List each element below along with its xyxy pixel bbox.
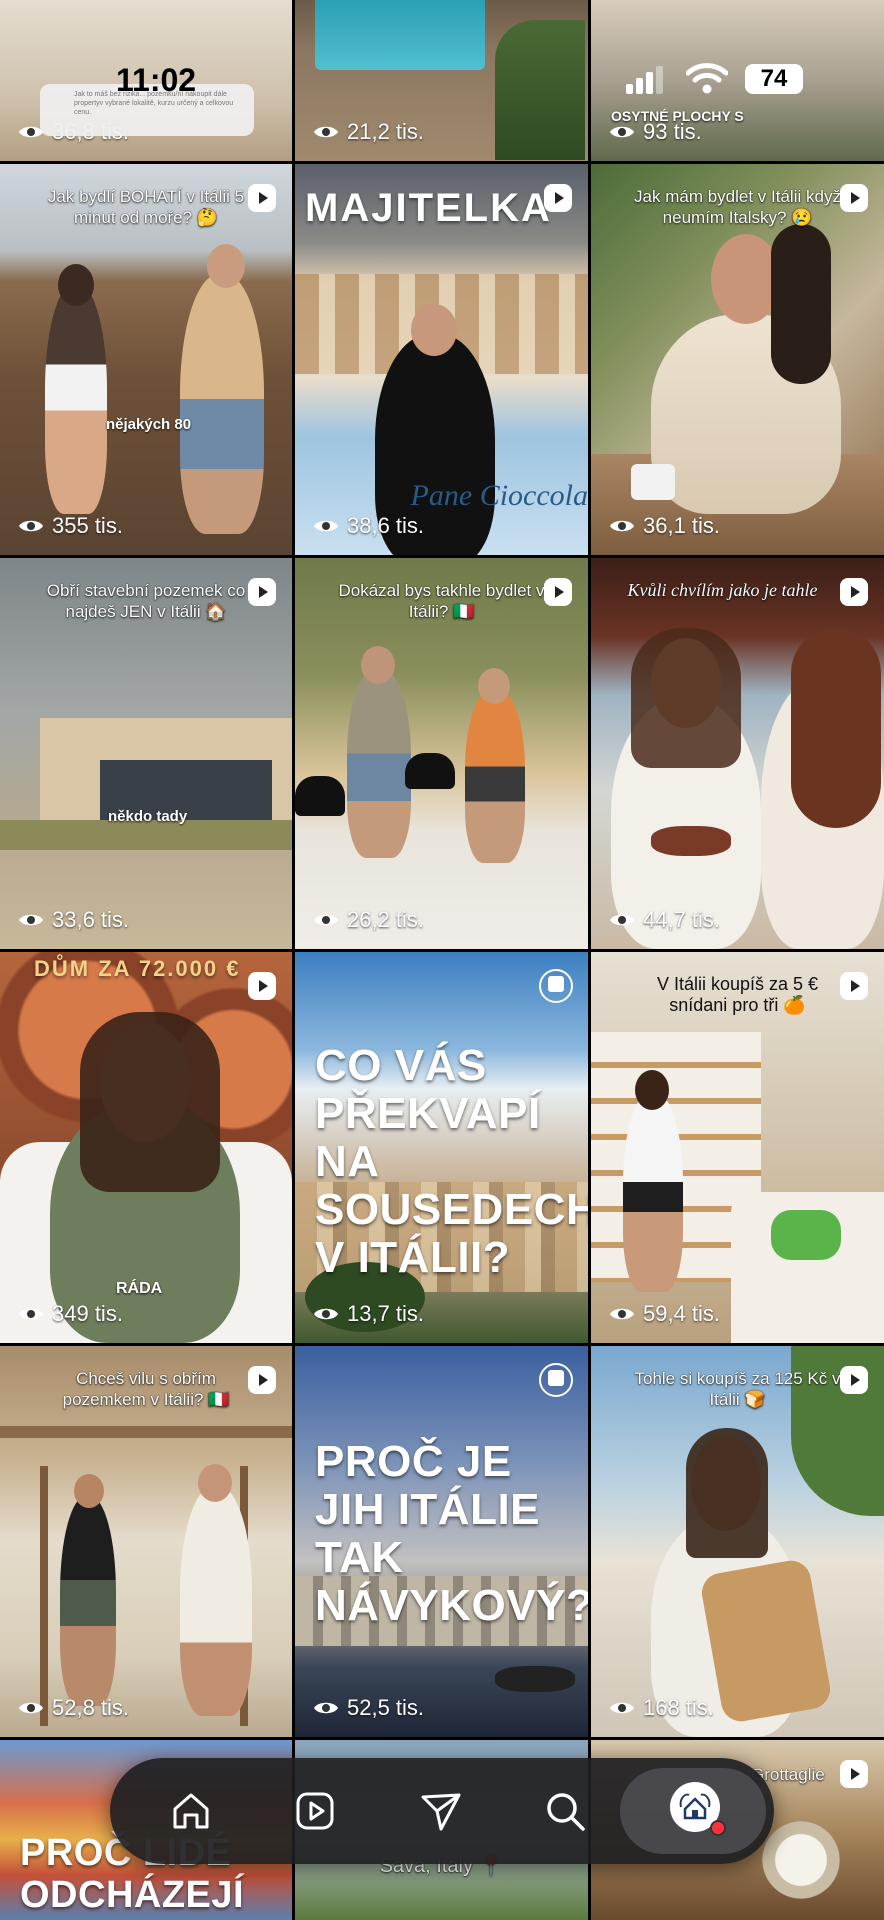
post-caption: Tohle si koupíš za 125 Kč v Itálii 🍞 — [634, 1369, 841, 1409]
tile-headline: PROČ JE JIH ITÁLIE TAK NÁVYKOVÝ? — [315, 1437, 588, 1630]
grid-post-15[interactable]: Tohle si koupíš za 125 Kč v Itálii 🍞 168… — [591, 1346, 884, 1737]
reel-icon — [248, 972, 276, 1000]
eye-icon — [19, 914, 43, 926]
view-count: 26,2 tis. — [313, 907, 424, 933]
grid-post-5[interactable]: MAJITELKA Pane Cioccola 38,6 tis. — [295, 164, 588, 555]
reel-icon — [840, 1366, 868, 1394]
reel-icon — [544, 184, 572, 212]
grid-post-9[interactable]: Kvůli chvílím jako je tahle 44,7 tis. — [591, 558, 884, 949]
tile-headline: CO VÁS PŘEKVAPÍ NA SOUSEDECH V ITÁLII? — [315, 1041, 588, 1282]
reel-icon — [248, 184, 276, 212]
bottom-navigation — [110, 1758, 774, 1864]
carousel-icon — [539, 969, 573, 1003]
eye-icon — [19, 126, 43, 138]
view-count: 355 tis. — [18, 513, 123, 539]
nav-home[interactable] — [160, 1780, 222, 1842]
post-caption: Dokázal bys takhle bydlet v Itálii? 🇮🇹 — [338, 581, 545, 621]
view-count: 36,1 tis. — [609, 513, 720, 539]
view-count: 13,7 tis. — [313, 1301, 424, 1327]
reel-icon — [840, 972, 868, 1000]
tile-banner-text: MAJITELKA — [305, 186, 552, 230]
view-count: 33,6 tis. — [18, 907, 129, 933]
post-caption: Jak bydlí BOHATÍ v Itálii 5 minut od moř… — [47, 187, 245, 227]
reel-icon — [840, 184, 868, 212]
tile-overlay-text: RÁDA — [116, 1280, 163, 1297]
reel-icon — [544, 578, 572, 606]
view-count: 349 tis. — [18, 1301, 123, 1327]
eye-icon — [19, 1308, 43, 1320]
eye-icon — [314, 914, 338, 926]
eye-icon — [610, 1702, 634, 1714]
carousel-icon — [539, 1363, 573, 1397]
grid-post-7[interactable]: Obří stavební pozemek co najdeš JEN v It… — [0, 558, 292, 949]
tile-sign-text: Pane Cioccola — [410, 479, 588, 512]
profile-avatar-icon — [679, 1793, 711, 1820]
grid-post-14[interactable]: PROČ JE JIH ITÁLIE TAK NÁVYKOVÝ? 52,5 ti… — [295, 1346, 588, 1737]
post-caption: V Itálii koupíš za 5 € snídani pro tři 🍊 — [656, 974, 819, 1015]
eye-icon — [610, 1308, 634, 1320]
profile-posts-grid: 36,8 tis. 21,2 tis. OSYTNÉ PLOCHY S 93 t… — [0, 0, 884, 1920]
reel-icon — [840, 1760, 868, 1788]
grid-post-12[interactable]: V Itálii koupíš za 5 € snídani pro tři 🍊… — [591, 952, 884, 1343]
grid-post-6[interactable]: Jak mám bydlet v Itálii když neumím Ital… — [591, 164, 884, 555]
grid-post-4[interactable]: Jak bydlí BOHATÍ v Itálii 5 minut od moř… — [0, 164, 292, 555]
post-caption: Chceš vilu s obřím pozemkem v Itálii? 🇮🇹 — [62, 1369, 230, 1409]
view-count: 59,4 tis. — [609, 1301, 720, 1327]
eye-icon — [610, 126, 634, 138]
home-icon — [173, 1793, 209, 1829]
view-count: 21,2 tis. — [313, 119, 424, 145]
post-caption: Jak mám bydlet v Itálii když neumím Ital… — [634, 187, 841, 227]
grid-post-10[interactable]: DŮM ZA 72.000 € RÁDA 349 tis. — [0, 952, 292, 1343]
nav-search[interactable] — [534, 1780, 596, 1842]
eye-icon — [19, 1702, 43, 1714]
nav-reels[interactable] — [284, 1780, 346, 1842]
notification-dot — [710, 1820, 726, 1836]
send-icon — [421, 1793, 461, 1831]
view-count: 168 tis. — [609, 1695, 714, 1721]
grid-post-1[interactable]: 36,8 tis. — [0, 0, 292, 161]
grid-post-11[interactable]: CO VÁS PŘEKVAPÍ NA SOUSEDECH V ITÁLII? 1… — [295, 952, 588, 1343]
grid-post-13[interactable]: Chceš vilu s obřím pozemkem v Itálii? 🇮🇹… — [0, 1346, 292, 1737]
reel-icon — [248, 578, 276, 606]
tile-overlay-text: někdo tady — [108, 808, 188, 825]
eye-icon — [314, 520, 338, 532]
view-count: 36,8 tis. — [18, 119, 129, 145]
post-caption: Obří stavební pozemek co najdeš JEN v It… — [46, 581, 246, 621]
search-icon — [547, 1793, 585, 1831]
eye-icon — [19, 520, 43, 532]
reel-icon — [840, 578, 868, 606]
reels-icon — [296, 1792, 334, 1830]
grid-post-8[interactable]: Dokázal bys takhle bydlet v Itálii? 🇮🇹 2… — [295, 558, 588, 949]
eye-icon — [314, 1308, 338, 1320]
eye-icon — [610, 520, 634, 532]
eye-icon — [610, 914, 634, 926]
post-caption: Kvůli chvílím jako je tahle — [627, 580, 818, 600]
reel-icon — [248, 1366, 276, 1394]
eye-icon — [314, 1702, 338, 1714]
grid-post-3[interactable]: OSYTNÉ PLOCHY S 93 tis. — [591, 0, 884, 161]
view-count: 93 tis. — [609, 119, 702, 145]
nav-messages[interactable] — [410, 1780, 472, 1842]
grid-post-2[interactable]: 21,2 tis. — [295, 0, 588, 161]
view-count: 38,6 tis. — [313, 513, 424, 539]
tile-banner-text: DŮM ZA 72.000 € — [34, 956, 241, 981]
tile-overlay-text: nějakých 80 — [106, 416, 192, 433]
eye-icon — [314, 126, 338, 138]
view-count: 52,5 tis. — [313, 1695, 424, 1721]
view-count: 44,7 tis. — [609, 907, 720, 933]
view-count: 52,8 tis. — [18, 1695, 129, 1721]
